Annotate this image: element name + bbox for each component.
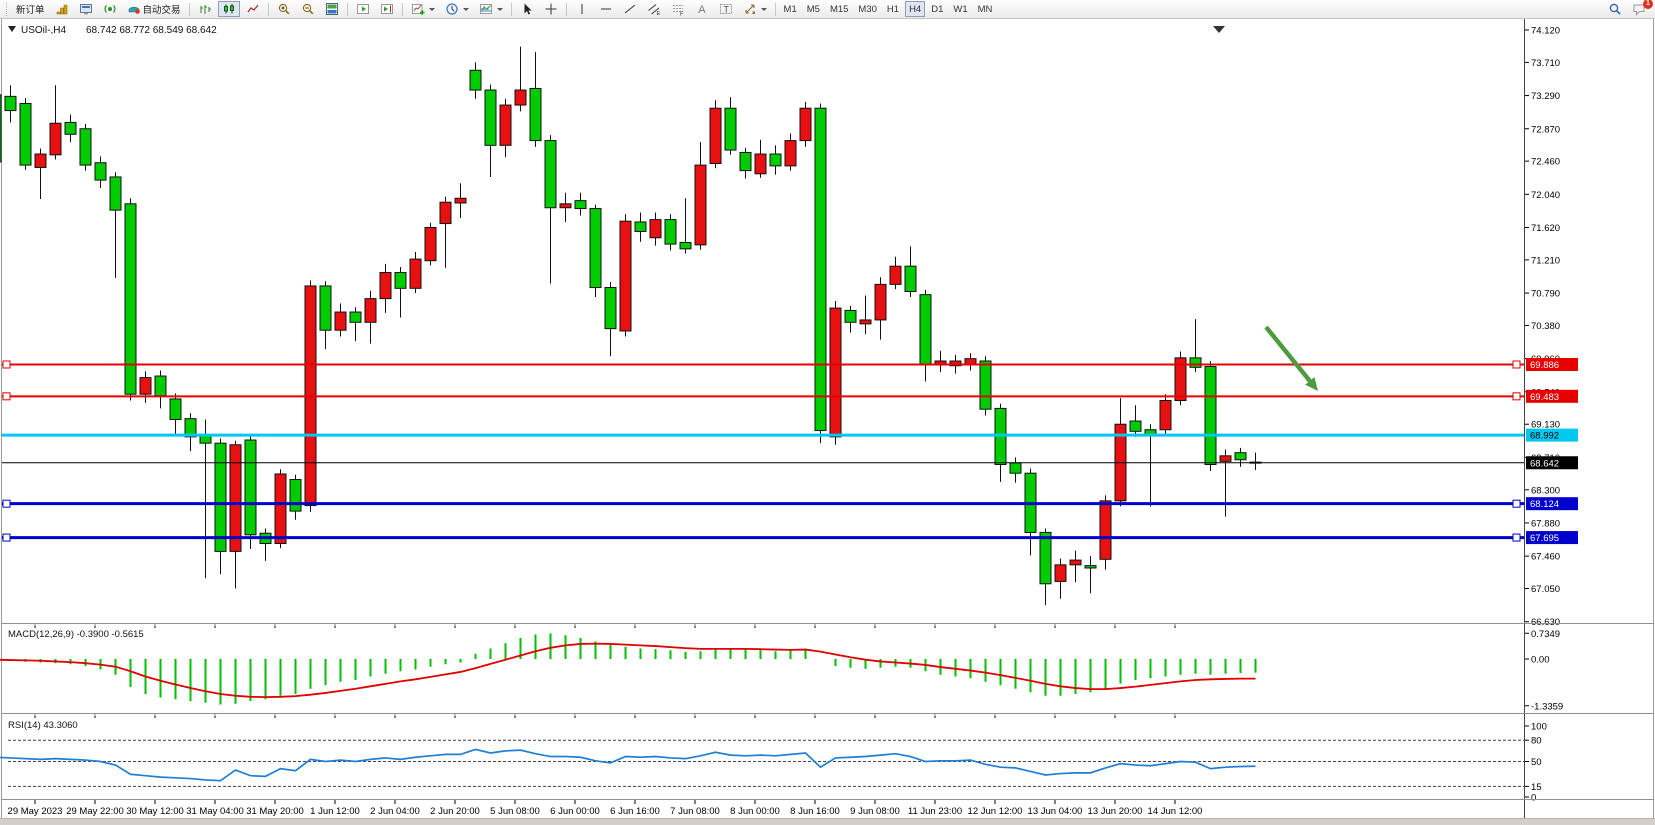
chart-shift-icon bbox=[380, 2, 394, 16]
channel-button[interactable]: E bbox=[643, 1, 665, 17]
chart-shift-button[interactable] bbox=[376, 1, 398, 17]
line-chart-button[interactable] bbox=[242, 1, 264, 17]
trendline-icon bbox=[623, 2, 637, 16]
market-watch-button[interactable] bbox=[51, 1, 73, 17]
timeframe-button-D1[interactable]: D1 bbox=[927, 1, 947, 17]
toolbar-separator bbox=[189, 3, 190, 16]
cursor-arrow-icon bbox=[520, 2, 534, 16]
chart-symbol-title: USOil-,H4 bbox=[21, 25, 66, 36]
svg-text:E: E bbox=[656, 11, 660, 16]
zoom-in-button[interactable] bbox=[273, 1, 295, 17]
toolbar: 新订单 自动交易 bbox=[0, 0, 1655, 19]
crosshair-icon bbox=[544, 2, 558, 16]
arrows-shapes-icon bbox=[743, 2, 757, 16]
search-button[interactable] bbox=[1604, 1, 1626, 17]
toolbar-separator bbox=[775, 3, 776, 16]
indicators-icon bbox=[411, 2, 425, 16]
svg-text:F: F bbox=[680, 12, 684, 17]
candlestick-chart-button[interactable] bbox=[218, 1, 240, 17]
toolbar-separator bbox=[566, 3, 567, 16]
navigator-button[interactable] bbox=[99, 1, 121, 17]
window-resize-strip bbox=[0, 818, 1655, 825]
navigator-icon bbox=[103, 2, 117, 16]
svg-text:A: A bbox=[698, 4, 706, 16]
fibonacci-icon: F bbox=[671, 2, 685, 16]
price-axis[interactable] bbox=[1525, 19, 1653, 799]
chart-ohlc-values: 68.742 68.772 68.549 68.642 bbox=[86, 25, 217, 36]
zoom-out-icon bbox=[301, 2, 315, 16]
timeframe-button-M15[interactable]: M15 bbox=[826, 1, 852, 17]
timeframe-button-H4[interactable]: H4 bbox=[905, 1, 925, 17]
vertical-line-button[interactable] bbox=[571, 1, 593, 17]
market-watch-icon bbox=[55, 2, 69, 16]
toolbar-separator bbox=[402, 3, 403, 16]
rsi-label: RSI(14) 43.3060 bbox=[8, 720, 78, 731]
auto-scroll-icon bbox=[356, 2, 370, 16]
horizontal-line-button[interactable] bbox=[595, 1, 617, 17]
auto-trading-icon bbox=[127, 2, 141, 16]
timeframe-button-M30[interactable]: M30 bbox=[854, 1, 880, 17]
trendline-button[interactable] bbox=[619, 1, 641, 17]
timeframe-button-H1[interactable]: H1 bbox=[883, 1, 903, 17]
toolbar-separator bbox=[511, 3, 512, 16]
dropdown-caret bbox=[761, 8, 767, 11]
auto-trading-label: 自动交易 bbox=[143, 2, 181, 16]
indicators-button[interactable] bbox=[407, 1, 439, 17]
new-order-button[interactable]: 新订单 bbox=[12, 1, 49, 17]
vertical-line-icon bbox=[575, 2, 589, 16]
tile-windows-button[interactable] bbox=[321, 1, 343, 17]
auto-scroll-button[interactable] bbox=[352, 1, 374, 17]
auto-trading-button[interactable]: 自动交易 bbox=[123, 1, 185, 17]
chart-canvas[interactable]: 74.12073.71073.29072.87072.46072.04071.6… bbox=[0, 0, 1655, 825]
timeframe-button-MN[interactable]: MN bbox=[974, 1, 997, 17]
bar-chart-button[interactable] bbox=[194, 1, 216, 17]
data-window-button[interactable] bbox=[75, 1, 97, 17]
cursor-button[interactable] bbox=[516, 1, 538, 17]
text-label-icon: T bbox=[719, 2, 733, 16]
search-icon bbox=[1608, 2, 1622, 16]
macd-label: MACD(12,26,9) -0.3900 -0.5615 bbox=[8, 629, 144, 640]
templates-button[interactable] bbox=[475, 1, 507, 17]
new-order-label: 新订单 bbox=[16, 2, 45, 16]
templates-icon bbox=[479, 2, 493, 16]
data-window-icon bbox=[79, 2, 93, 16]
timeframe-group: M1M5M15M30H1H4D1W1MN bbox=[779, 1, 998, 17]
text-label-button[interactable]: T bbox=[715, 1, 737, 17]
toolbar-grip bbox=[6, 3, 9, 16]
candlestick-chart-icon bbox=[222, 2, 236, 16]
periods-clock-icon bbox=[445, 2, 459, 16]
dropdown-caret bbox=[463, 8, 469, 11]
time-axis[interactable] bbox=[2, 800, 1524, 818]
zoom-in-icon bbox=[277, 2, 291, 16]
fibonacci-button[interactable]: F bbox=[667, 1, 689, 17]
timeframe-button-M1[interactable]: M1 bbox=[780, 1, 801, 17]
crosshair-button[interactable] bbox=[540, 1, 562, 17]
text-button[interactable]: A bbox=[691, 1, 713, 17]
periods-button[interactable] bbox=[441, 1, 473, 17]
tile-windows-icon bbox=[325, 2, 339, 16]
dropdown-caret bbox=[497, 8, 503, 11]
horizontal-line-icon bbox=[599, 2, 613, 16]
arrows-shapes-button[interactable] bbox=[739, 1, 771, 17]
toolbar-separator bbox=[347, 3, 348, 16]
chart-background bbox=[0, 18, 1655, 819]
timeframe-button-W1[interactable]: W1 bbox=[949, 1, 971, 17]
notifications-button[interactable]: 1 bbox=[1628, 1, 1650, 17]
toolbar-separator bbox=[268, 3, 269, 16]
line-chart-icon bbox=[246, 2, 260, 16]
timeframe-button-M5[interactable]: M5 bbox=[803, 1, 824, 17]
text-icon: A bbox=[695, 2, 709, 16]
equidistant-channel-icon: E bbox=[647, 2, 661, 16]
svg-text:T: T bbox=[723, 5, 729, 15]
bar-chart-icon bbox=[198, 2, 212, 16]
dropdown-caret bbox=[429, 8, 435, 11]
zoom-out-button[interactable] bbox=[297, 1, 319, 17]
trading-terminal: 新订单 自动交易 bbox=[0, 0, 1655, 825]
notification-badge: 1 bbox=[1643, 0, 1653, 9]
